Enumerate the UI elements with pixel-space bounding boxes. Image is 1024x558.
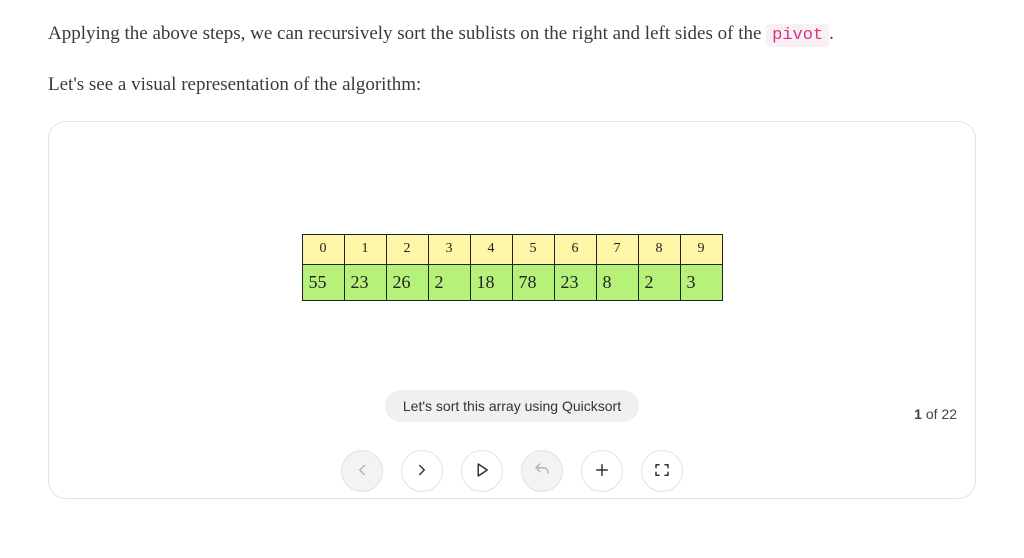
fullscreen-icon: [653, 461, 671, 482]
next-button[interactable]: [401, 450, 443, 492]
pager-current: 1: [914, 406, 922, 422]
chevron-right-icon: [413, 461, 431, 482]
index-cell: 4: [470, 234, 512, 264]
intro-paragraph-2: Let's see a visual representation of the…: [48, 71, 976, 100]
value-cell: 2: [638, 264, 680, 300]
play-button[interactable]: [461, 450, 503, 492]
undo-icon: [533, 461, 551, 482]
play-icon: [473, 461, 491, 482]
index-cell: 7: [596, 234, 638, 264]
visualization-controls: [49, 432, 975, 498]
index-cell: 8: [638, 234, 680, 264]
value-cell: 26: [386, 264, 428, 300]
value-cell: 2: [428, 264, 470, 300]
value-cell: 23: [554, 264, 596, 300]
plus-icon: [593, 461, 611, 482]
pager-total: 22: [941, 406, 957, 422]
index-cell: 2: [386, 234, 428, 264]
index-cell: 1: [344, 234, 386, 264]
index-cell: 5: [512, 234, 554, 264]
p1-pre-text: Applying the above steps, we can recursi…: [48, 23, 766, 44]
value-row: 55 23 26 2 18 78 23 8 2 3: [302, 264, 722, 300]
prev-button[interactable]: [341, 450, 383, 492]
value-cell: 23: [344, 264, 386, 300]
visualization-caption: Let's sort this array using Quicksort: [385, 390, 639, 422]
pager-of: of: [922, 406, 941, 422]
visualization-canvas: 0 1 2 3 4 5 6 7 8 9 55 23 26 2 18 78 23 …: [49, 122, 975, 432]
value-cell: 8: [596, 264, 638, 300]
index-cell: 9: [680, 234, 722, 264]
p1-post-text: .: [829, 23, 834, 44]
intro-paragraph-1: Applying the above steps, we can recursi…: [48, 20, 976, 49]
value-cell: 55: [302, 264, 344, 300]
value-cell: 78: [512, 264, 554, 300]
slide-pager: 1 of 22: [914, 406, 957, 422]
pivot-inline-code: pivot: [766, 24, 829, 47]
index-cell: 0: [302, 234, 344, 264]
chevron-left-icon: [353, 461, 371, 482]
zoom-button[interactable]: [581, 450, 623, 492]
value-cell: 3: [680, 264, 722, 300]
array-table: 0 1 2 3 4 5 6 7 8 9 55 23 26 2 18 78 23 …: [302, 234, 723, 301]
index-cell: 6: [554, 234, 596, 264]
value-cell: 18: [470, 264, 512, 300]
fullscreen-button[interactable]: [641, 450, 683, 492]
visualization-card: 0 1 2 3 4 5 6 7 8 9 55 23 26 2 18 78 23 …: [48, 121, 976, 499]
index-cell: 3: [428, 234, 470, 264]
restart-button[interactable]: [521, 450, 563, 492]
index-row: 0 1 2 3 4 5 6 7 8 9: [302, 234, 722, 264]
